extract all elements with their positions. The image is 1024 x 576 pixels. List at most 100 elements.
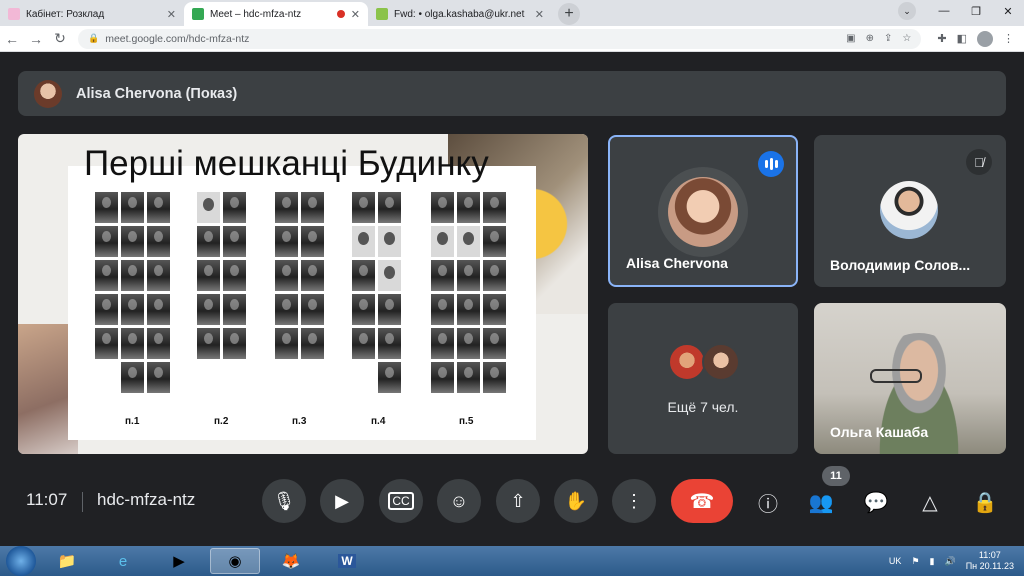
back-icon[interactable]: ←: [0, 31, 24, 47]
close-window-button[interactable]: ✕: [992, 5, 1024, 18]
portrait-photo: [197, 328, 220, 359]
taskbar-word[interactable]: W: [322, 548, 372, 574]
participants-count-badge: 11: [822, 466, 850, 486]
taskbar-chrome[interactable]: ◉: [210, 548, 260, 574]
tab-search-icon[interactable]: ⌄: [898, 2, 916, 20]
share-icon[interactable]: ⇪: [884, 33, 892, 44]
url-text: meet.google.com/hdc-mfza-ntz: [105, 32, 250, 45]
tab-strip: Кабінет: Розклад ✕ Meet – hdc-mfza-ntz ✕…: [0, 0, 1024, 26]
tab-schedule[interactable]: Кабінет: Розклад ✕: [0, 2, 184, 26]
participant-name: Володимир Солов...: [830, 257, 971, 273]
portrait-photo: [457, 192, 480, 223]
tab-mail[interactable]: Fwd: • olga.kashaba@ukr.net ✕: [368, 2, 552, 26]
participant-name: Ольга Кашаба: [830, 424, 929, 440]
empty-slot: [95, 362, 118, 393]
system-clock[interactable]: 11:07 Пн 20.11.23: [966, 550, 1014, 572]
clock-time: 11:07: [978, 550, 1001, 560]
portrait-photo: [301, 226, 324, 257]
present-screen-icon: ⇧: [510, 490, 526, 511]
window-controls: ⌄ — ❐ ✕: [898, 0, 1024, 22]
participant-avatar-ring: [658, 167, 748, 257]
tab-title: Meet – hdc-mfza-ntz: [210, 8, 302, 20]
extensions-icon[interactable]: ✚: [937, 32, 946, 45]
portrait-photo: [352, 294, 375, 325]
lock-icon[interactable]: 🔒: [88, 33, 99, 44]
glasses-shape: [870, 369, 922, 383]
more-participants-label: Ещё 7 чел.: [667, 399, 739, 415]
portrait-photo: [95, 328, 118, 359]
media-player-icon: ▶: [173, 553, 185, 570]
profile-avatar[interactable]: [977, 30, 993, 47]
bookmark-star-icon[interactable]: ☆: [902, 33, 911, 44]
presenter-bar: Alisa Chervona (Показ): [18, 71, 1006, 116]
zoom-icon[interactable]: ⊕: [866, 33, 874, 44]
taskbar-media[interactable]: ▶: [154, 548, 204, 574]
menu-kebab-icon[interactable]: ⋮: [1003, 32, 1014, 45]
camera-icon[interactable]: ▣: [846, 33, 855, 44]
column-label: п.3: [292, 416, 307, 427]
participant-tile-alisa[interactable]: Alisa Chervona: [608, 135, 798, 287]
reactions-button[interactable]: ☺: [437, 479, 481, 523]
tab-meet[interactable]: Meet – hdc-mfza-ntz ✕: [184, 2, 368, 26]
chat-button[interactable]: 💬: [861, 487, 891, 517]
camera-button[interactable]: ▶: [320, 479, 364, 523]
address-bar[interactable]: 🔒 meet.google.com/hdc-mfza-ntz ▣ ⊕ ⇪ ☆: [78, 28, 922, 49]
avatar-stack: [668, 343, 740, 381]
activities-button[interactable]: △: [915, 487, 945, 517]
word-icon: W: [338, 554, 356, 568]
close-icon[interactable]: ✕: [167, 8, 176, 21]
portrait-photo: [147, 260, 170, 291]
portrait-photo: [223, 328, 246, 359]
emoji-icon: ☺: [449, 490, 469, 511]
start-button[interactable]: [6, 546, 36, 576]
captions-button[interactable]: CC: [379, 479, 423, 523]
people-button[interactable]: 👥: [806, 487, 836, 517]
side-panel-icon[interactable]: ◧: [957, 32, 967, 45]
portrait-photo: [121, 226, 144, 257]
participant-tile-olga[interactable]: Ольга Кашаба: [814, 303, 1006, 454]
present-button[interactable]: ⇧: [496, 479, 540, 523]
kebab-icon: ⋮: [625, 490, 643, 511]
hang-up-icon: ☎: [689, 490, 715, 513]
clock-date: Пн 20.11.23: [965, 561, 1014, 571]
people-icon: 👥: [808, 491, 834, 514]
taskbar-explorer[interactable]: 📁: [42, 548, 92, 574]
portrait-photo: [457, 260, 480, 291]
portrait-photo: [483, 294, 506, 325]
new-tab-button[interactable]: +: [558, 3, 580, 25]
presentation-slide[interactable]: Перші мешканці Будинку п.1 п.2 п.3 п.4 п…: [18, 134, 588, 454]
flag-icon[interactable]: ⚑: [911, 556, 919, 567]
participant-tile-volodymyr[interactable]: 🎙̸ Володимир Солов...: [814, 135, 1006, 287]
portrait-photo: [147, 226, 170, 257]
tab-title: Кабінет: Розклад: [26, 8, 105, 20]
close-icon[interactable]: ✕: [535, 8, 544, 21]
leave-call-button[interactable]: ☎: [671, 479, 733, 523]
more-options-button[interactable]: ⋮: [612, 479, 656, 523]
raise-hand-button[interactable]: ✋: [554, 479, 598, 523]
meeting-details-button[interactable]: ⓘ: [753, 487, 783, 517]
reload-icon[interactable]: ↻: [48, 30, 72, 47]
column-label: п.1: [125, 416, 140, 427]
info-icon: ⓘ: [758, 493, 778, 516]
close-icon[interactable]: ✕: [351, 8, 360, 21]
portrait-photo: [352, 192, 375, 223]
restore-button[interactable]: ❐: [960, 5, 992, 18]
portrait-photo: [431, 294, 454, 325]
language-indicator[interactable]: UK: [889, 556, 902, 566]
portrait-photo: [197, 226, 220, 257]
silhouette-photo: [378, 226, 401, 257]
taskbar-ie[interactable]: e: [98, 548, 148, 574]
volume-icon[interactable]: 🔊: [944, 556, 955, 567]
forward-icon[interactable]: →: [24, 31, 48, 47]
portrait-photo: [483, 226, 506, 257]
more-participants-tile[interactable]: Ещё 7 чел.: [608, 303, 798, 454]
network-icon[interactable]: ▮: [930, 556, 935, 567]
minimize-button[interactable]: —: [928, 5, 960, 17]
microphone-button[interactable]: 🎙: [262, 479, 306, 523]
taskbar-firefox[interactable]: 🦊: [266, 548, 316, 574]
portrait-photo: [378, 362, 401, 393]
host-controls-button[interactable]: 🔒: [970, 487, 1000, 517]
silhouette-photo: [352, 226, 375, 257]
portrait-photo: [275, 328, 298, 359]
recording-icon: [336, 10, 345, 18]
